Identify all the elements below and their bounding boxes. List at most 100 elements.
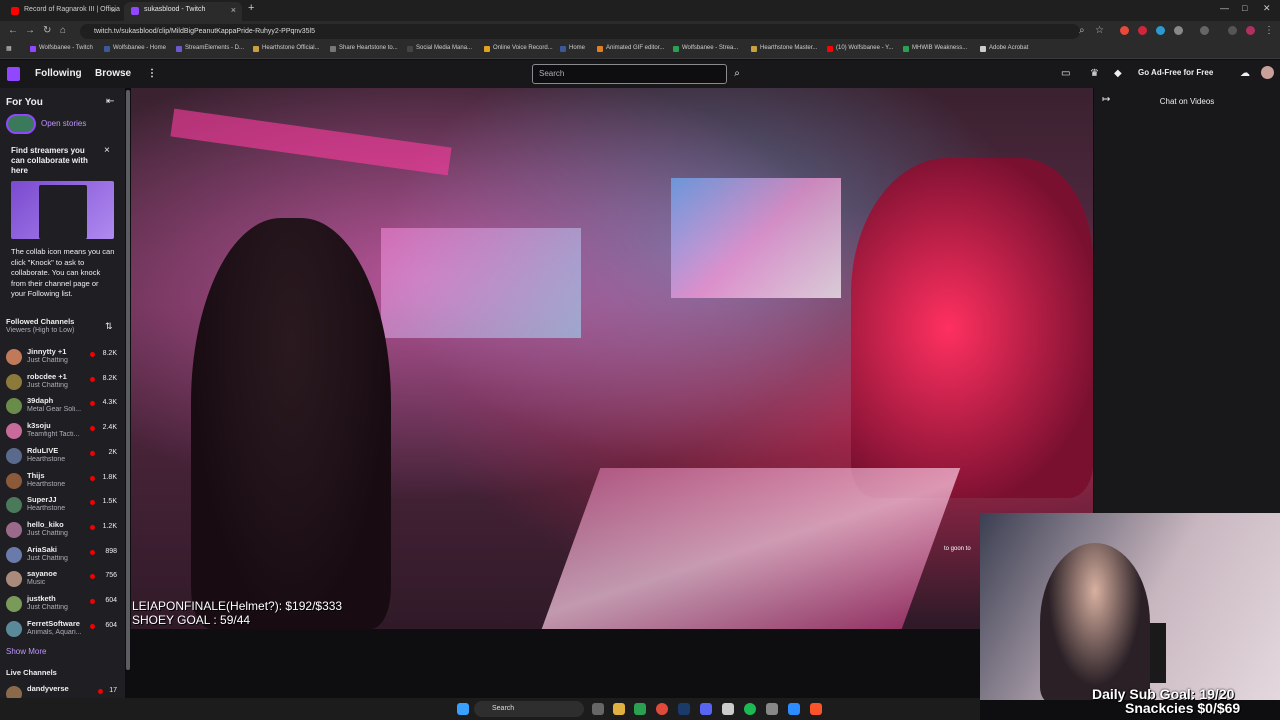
bookmark-item[interactable]: Animated GIF editor... (597, 45, 664, 52)
channel-name: 39daph (27, 396, 54, 406)
sidebar-scrollbar[interactable] (126, 90, 130, 670)
extension-icon[interactable] (1138, 26, 1147, 35)
bookmark-item[interactable]: Wolfsbanee - Strea... (673, 45, 738, 52)
profile-avatar[interactable] (1246, 26, 1255, 35)
followed-channel-item[interactable]: k3soju Teamfight Tacti... 2.4K (0, 420, 125, 444)
followed-channel-item[interactable]: hello_kiko Just Chatting 1.2K (0, 519, 125, 543)
prime-crown-icon[interactable]: ♛ (1090, 68, 1099, 79)
sidebar-icon[interactable] (1200, 26, 1209, 35)
inbox-icon[interactable]: ▭ (1061, 68, 1070, 79)
brave-icon[interactable] (810, 703, 822, 715)
tab-title: sukasblood - Twitch (144, 6, 206, 13)
followed-channel-item[interactable]: SuperJJ Hearthstone 1.5K (0, 494, 125, 518)
channel-name: justketh (27, 594, 56, 603)
bookmark-item[interactable]: Wolfsbanee - Home (104, 45, 166, 52)
close-tab-icon[interactable]: × (111, 2, 116, 18)
bookmark-item[interactable]: Share Heartstone to... (330, 45, 398, 52)
followed-channel-item[interactable]: justketh Just Chatting 604 (0, 593, 125, 617)
bookmark-item[interactable]: Social Media Mana... (407, 45, 473, 52)
twitch-logo-icon[interactable] (7, 67, 20, 81)
steam-icon[interactable] (678, 703, 690, 715)
search-input[interactable]: Search (532, 64, 727, 84)
forward-icon[interactable]: → (25, 25, 35, 36)
bookmark-item[interactable]: Wolfsbanee - Twitch (30, 45, 93, 52)
followed-channel-item[interactable]: FerretSoftware Animals, Aquari... 604 (0, 618, 125, 642)
more-menu-icon[interactable]: ⋮ (147, 68, 157, 79)
close-icon[interactable]: × (104, 145, 110, 156)
file-explorer-icon[interactable] (613, 703, 625, 715)
taskbar-search[interactable]: Search (474, 701, 584, 717)
browser-tab[interactable]: Record of Ragnarok III | Officia × (4, 2, 122, 21)
nav-browse[interactable]: Browse (95, 68, 131, 79)
menu-icon[interactable]: ⋮ (1264, 25, 1274, 36)
channel-name: RduLIVE (27, 445, 59, 455)
notifications-icon[interactable]: ☁ (1240, 68, 1250, 79)
channel-category: Hearthstone (27, 455, 66, 463)
discord-icon[interactable] (700, 703, 712, 715)
sort-icon[interactable]: ⇅ (105, 321, 113, 332)
extension-icon[interactable] (1156, 26, 1165, 35)
followed-channel-item[interactable]: robcdee +1 Just Chatting 8.2K (0, 371, 125, 395)
open-stories-link[interactable]: Open stories (41, 119, 86, 128)
bookmark-label: Share Heartstone to... (339, 45, 398, 51)
bookmark-item[interactable]: Online Voice Record... (484, 45, 553, 52)
bookmark-item[interactable]: Hearthstone Master... (751, 45, 817, 52)
bookmark-label: Social Media Mana... (416, 45, 473, 51)
zoom-icon[interactable] (788, 703, 800, 715)
show-more-link[interactable]: Show More (6, 647, 46, 656)
channel-category: Animals, Aquari... (27, 628, 82, 636)
channel-category: Hearthstone (27, 480, 66, 488)
stories-avatars[interactable] (6, 114, 36, 134)
viewer-count: 2.4K (102, 424, 117, 432)
followed-channel-item[interactable]: Thijs Hearthstone 1.8K (0, 470, 125, 494)
bookmark-item[interactable]: Adobe Acrobat (980, 45, 1028, 52)
viewer-count: 8.2K (102, 374, 117, 382)
spotify-icon[interactable] (744, 703, 756, 715)
followed-channel-item[interactable]: AriaSaki Just Chatting 898 (0, 544, 125, 568)
reload-icon[interactable]: ↻ (43, 25, 51, 36)
downloads-icon[interactable] (1228, 26, 1237, 35)
app-icon[interactable] (634, 703, 646, 715)
app-icon[interactable] (722, 703, 734, 715)
bookmark-item[interactable]: MHWIB Weakness... (903, 45, 967, 52)
start-icon[interactable] (457, 703, 469, 715)
apps-grid-icon[interactable]: ▦ (6, 45, 12, 52)
close-window-icon[interactable]: ✕ (1263, 3, 1271, 14)
video-player[interactable]: to goon to (131, 88, 1093, 629)
search-icon[interactable]: ⌕ (728, 64, 746, 84)
bookmark-item[interactable]: StreamElements - D... (176, 45, 245, 52)
bookmark-star-icon[interactable]: ☆ (1095, 25, 1104, 36)
url-field[interactable]: twitch.tv/sukasblood/clip/MildBigPeanutK… (80, 24, 1080, 39)
app-icon[interactable] (766, 703, 778, 715)
live-channel-item[interactable]: dandyverse 17 (0, 683, 125, 698)
microphone (1150, 623, 1166, 683)
browser-tab-active[interactable]: sukasblood - Twitch × (124, 2, 242, 21)
followed-channel-item[interactable]: RduLIVE Hearthstone 2K (0, 445, 125, 469)
bookmark-item[interactable]: (10) Wolfsbanee - Y... (827, 45, 893, 52)
task-view-icon[interactable] (592, 703, 604, 715)
extension-icon[interactable] (1120, 26, 1129, 35)
followed-channel-item[interactable]: 39daph Metal Gear Soli... 4.3K (0, 395, 125, 419)
bits-icon[interactable]: ◆ (1114, 68, 1122, 79)
channel-avatar (6, 447, 22, 464)
go-ad-free-button[interactable]: Go Ad-Free for Free (1138, 68, 1213, 77)
home-icon[interactable]: ⌂ (60, 25, 66, 36)
extensions-puzzle-icon[interactable] (1174, 26, 1183, 35)
bookmark-item[interactable]: Hearthstone Official... (253, 45, 320, 52)
close-tab-icon[interactable]: × (231, 2, 236, 18)
zoom-icon[interactable]: ⌕ (1079, 25, 1085, 36)
followed-channel-item[interactable]: sayanoe Music 756 (0, 568, 125, 592)
new-tab-button[interactable]: + (248, 2, 254, 14)
minimize-icon[interactable]: — (1220, 3, 1229, 13)
bookmark-label: StreamElements - D... (185, 45, 245, 51)
maximize-icon[interactable]: □ (1242, 3, 1247, 13)
back-icon[interactable]: ← (8, 25, 18, 36)
neon-sign (170, 108, 452, 176)
user-avatar[interactable] (1261, 66, 1274, 79)
chrome-icon[interactable] (656, 703, 668, 715)
bookmark-item[interactable]: Home (560, 45, 585, 52)
collapse-sidebar-icon[interactable]: ⇤ (106, 96, 114, 107)
twitch-icon (131, 7, 139, 15)
followed-channel-item[interactable]: Jinnytty +1 Just Chatting 8.2K (0, 346, 125, 370)
nav-following[interactable]: Following (35, 68, 82, 79)
